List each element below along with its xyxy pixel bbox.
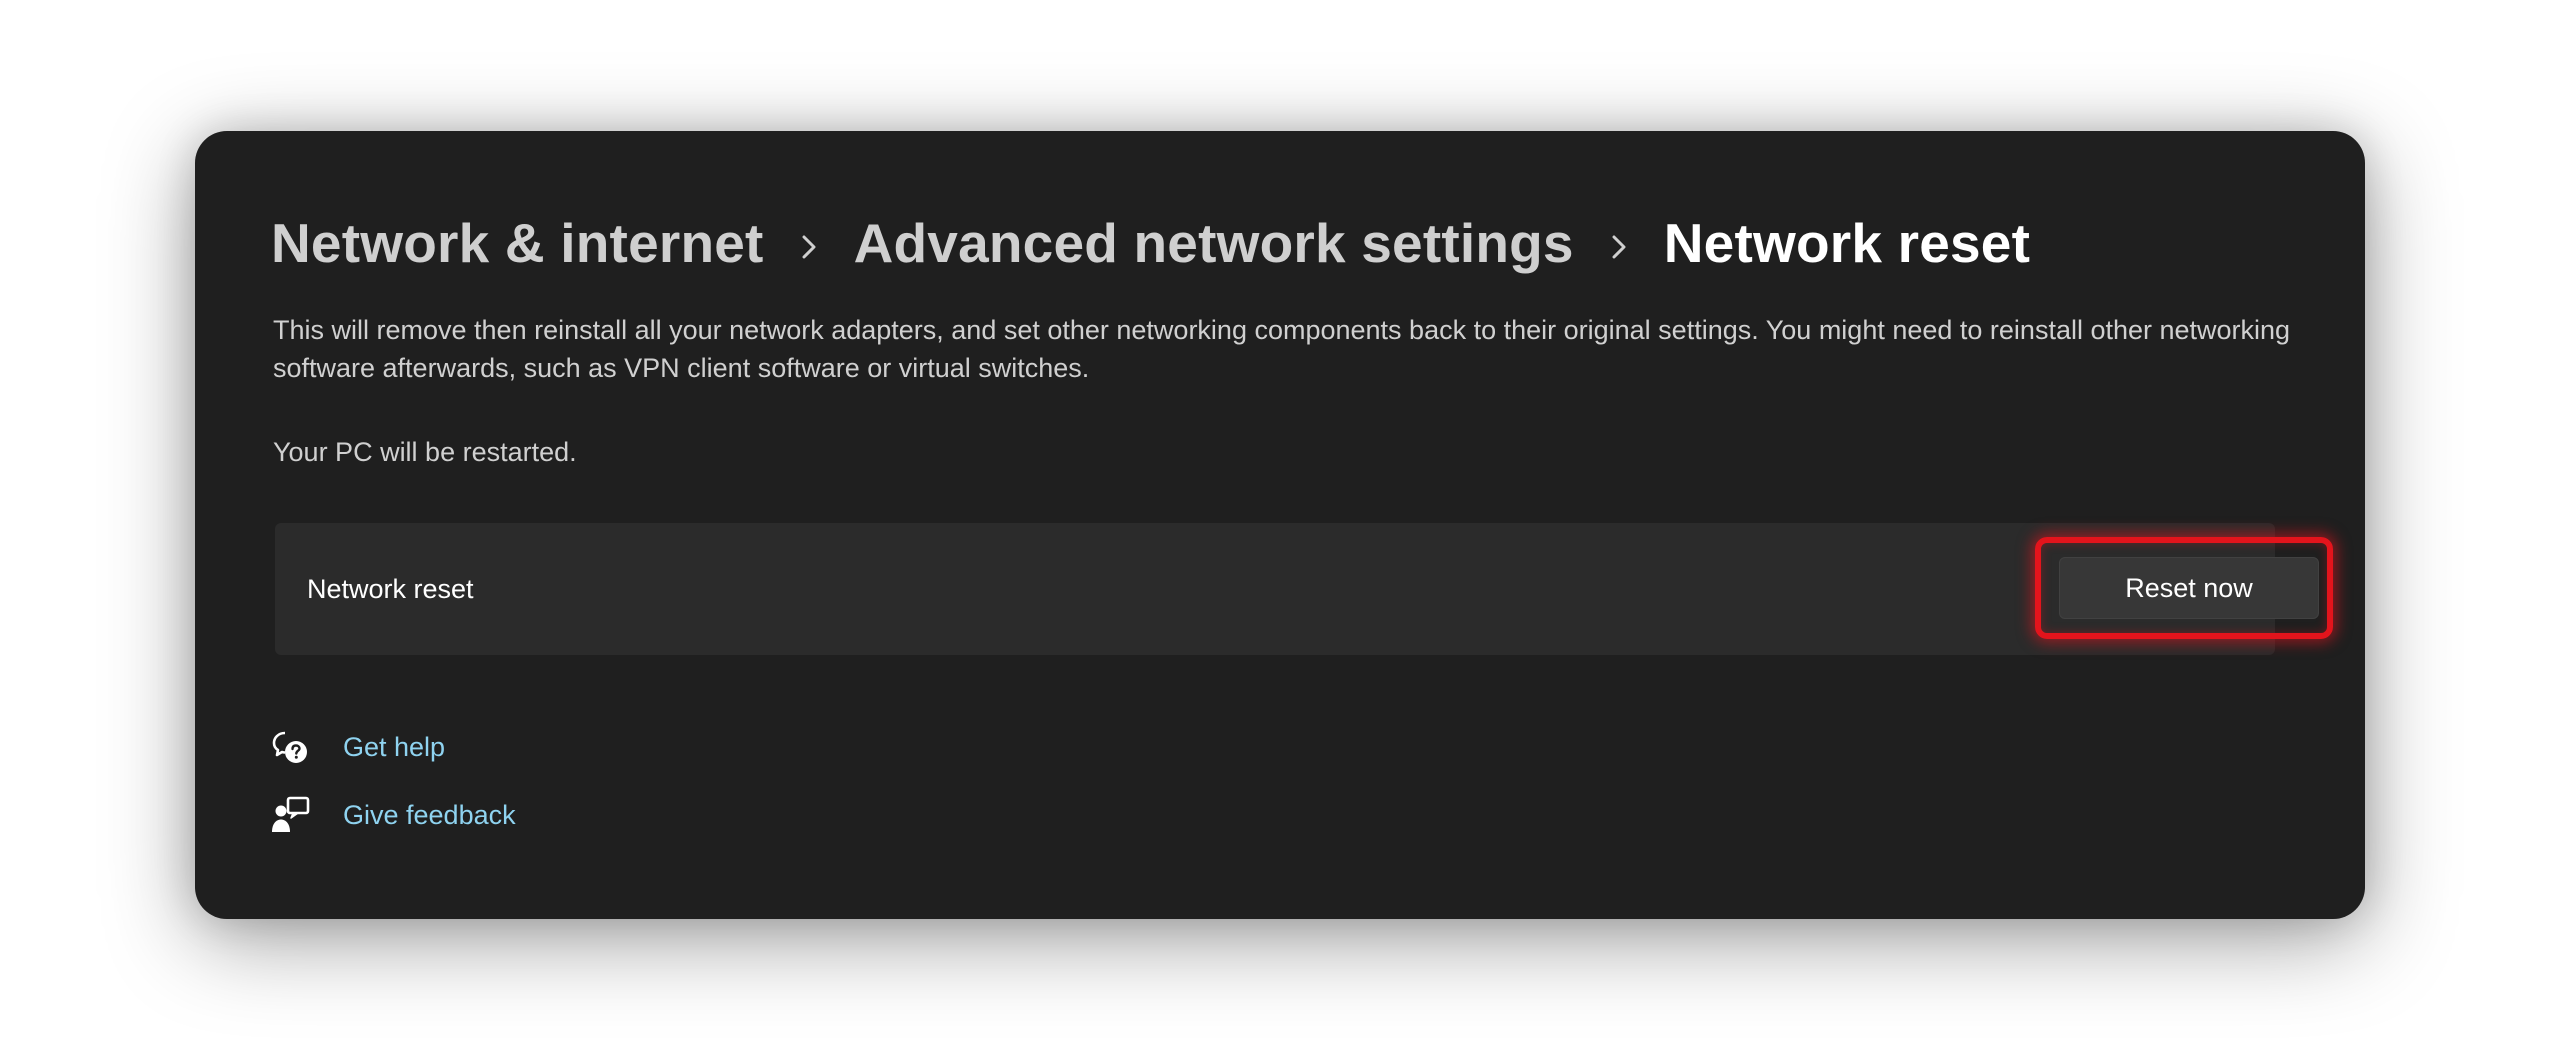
network-reset-label: Network reset	[307, 574, 474, 604]
get-help-link-row[interactable]: Get help	[271, 727, 445, 767]
breadcrumb-advanced-network-settings[interactable]: Advanced network settings	[854, 211, 1574, 275]
chevron-right-icon	[764, 211, 854, 275]
description-text: This will remove then reinstall all your…	[273, 315, 2291, 383]
give-feedback-link[interactable]: Give feedback	[343, 800, 516, 831]
chevron-right-icon	[1574, 211, 1664, 275]
restart-note: Your PC will be restarted.	[273, 437, 577, 467]
get-help-icon	[271, 727, 311, 767]
breadcrumb: Network & internet Advanced network sett…	[271, 203, 2030, 283]
reset-now-button[interactable]: Reset now	[2059, 557, 2319, 619]
settings-window: Network & internet Advanced network sett…	[195, 131, 2365, 919]
get-help-link[interactable]: Get help	[343, 732, 445, 763]
breadcrumb-network-internet[interactable]: Network & internet	[271, 211, 764, 275]
page-title: Network reset	[1663, 212, 2031, 274]
feedback-icon	[271, 795, 311, 835]
network-reset-card: Network reset Reset now	[275, 523, 2333, 655]
give-feedback-link-row[interactable]: Give feedback	[271, 795, 516, 835]
